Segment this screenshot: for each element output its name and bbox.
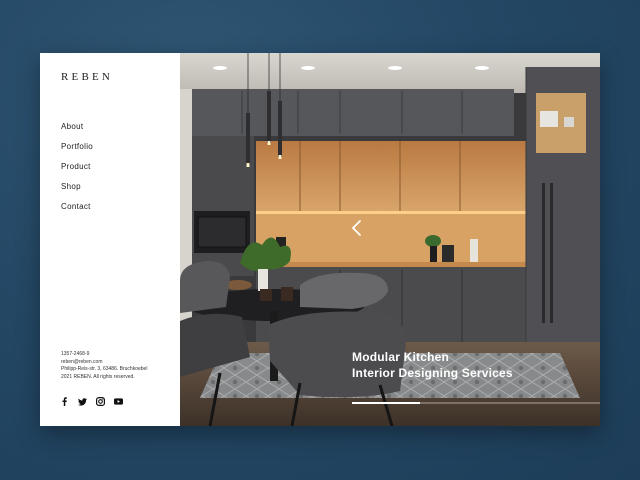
hero-headline-line1: Modular Kitchen xyxy=(352,350,450,364)
nav-item-portfolio[interactable]: Portfolio xyxy=(61,142,93,162)
copyright-text: 2021 REBEN. All rights reserved. xyxy=(61,373,135,380)
contact-address: Philipp-Reis-str. 3, 63486. Bruchkoebel xyxy=(61,366,148,372)
hero-headline: Modular Kitchen Interior Designing Servi… xyxy=(352,349,513,381)
slide-progress-fill xyxy=(352,402,420,404)
nav-item-product[interactable]: Product xyxy=(61,162,93,182)
slide-progress-bar[interactable] xyxy=(352,402,600,404)
nav-item-about[interactable]: About xyxy=(61,122,93,142)
youtube-icon[interactable] xyxy=(114,397,123,406)
instagram-icon[interactable] xyxy=(96,397,105,406)
hero-headline-line2: Interior Designing Services xyxy=(352,366,513,380)
contact-email: reben@reben.com xyxy=(61,358,103,365)
chevron-left-icon[interactable] xyxy=(350,219,364,237)
brand-logo[interactable]: REBEN xyxy=(61,71,113,83)
hero-slider: Modular Kitchen Interior Designing Servi… xyxy=(180,53,600,426)
social-links xyxy=(60,397,123,406)
contact-info: 1357-2468-9 reben@reben.com Philipp-Reis… xyxy=(61,351,147,381)
contact-phone: 1357-2468-9 xyxy=(61,351,90,357)
main-nav: About Portfolio Product Shop Contact xyxy=(61,122,93,222)
sidebar: REBEN About Portfolio Product Shop Conta… xyxy=(40,53,180,426)
nav-item-shop[interactable]: Shop xyxy=(61,182,93,202)
twitter-icon[interactable] xyxy=(78,397,87,406)
facebook-icon[interactable] xyxy=(60,397,69,406)
website-mockup: REBEN About Portfolio Product Shop Conta… xyxy=(40,53,600,426)
nav-item-contact[interactable]: Contact xyxy=(61,202,93,222)
